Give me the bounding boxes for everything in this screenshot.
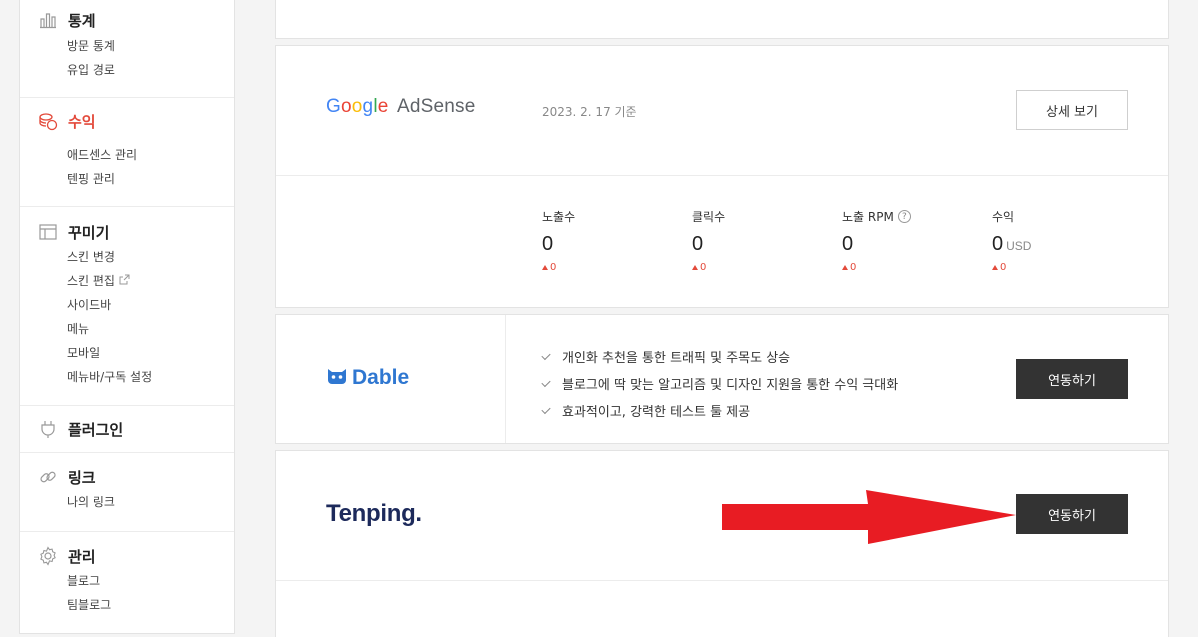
list-item: 블로그에 딱 맞는 알고리즘 및 디자인 지원을 통한 수익 극대화 <box>541 370 898 397</box>
sidebar: 통계 방문 통계 유입 경로 수익 애드센스 관리 텐핑 관리 꾸미기 스킨 변… <box>19 0 235 634</box>
stat-unit: USD <box>1006 239 1032 253</box>
stat-rpm: 노출 RPM ? 0 0 <box>842 208 911 273</box>
adsense-logo: Google AdSense <box>326 96 476 117</box>
stat-delta: 0 <box>542 262 575 273</box>
help-icon[interactable]: ? <box>897 210 911 223</box>
sidebar-item-stats[interactable]: 통계 <box>20 7 234 33</box>
sidebar-item-skin-edit-label: 스킨 편집 <box>67 274 115 288</box>
sidebar-item-menubar-subscribe[interactable]: 메뉴바/구독 설정 <box>20 365 234 389</box>
sidebar-section-revenue: 수익 애드센스 관리 텐핑 관리 <box>20 98 234 207</box>
dable-mascot-icon <box>326 365 348 391</box>
sidebar-item-blog[interactable]: 블로그 <box>20 569 234 593</box>
sidebar-item-link[interactable]: 링크 <box>20 464 234 490</box>
tenping-connect-button[interactable]: 연동하기 <box>1016 494 1128 534</box>
sidebar-item-revenue[interactable]: 수익 <box>20 108 234 134</box>
adsense-stats: 노출수 0 0 클릭수 0 0 노출 RPM ? 0 0 수익 0 USD 0 <box>276 176 1168 307</box>
dable-feature-list: 개인화 추천을 통한 트래픽 및 주목도 상승 블로그에 딱 맞는 알고리즘 및… <box>541 343 898 424</box>
sidebar-section-plugin: 플러그인 <box>20 406 234 453</box>
sidebar-item-mobile[interactable]: 모바일 <box>20 341 234 365</box>
coins-icon <box>38 111 58 131</box>
up-triangle-icon <box>542 265 548 270</box>
up-triangle-icon <box>842 265 848 270</box>
top-panel <box>275 0 1169 39</box>
sidebar-item-skin-edit[interactable]: 스킨 편집 <box>20 269 234 293</box>
stat-clicks: 클릭수 0 0 <box>692 208 725 273</box>
sidebar-item-team-blog[interactable]: 팀블로그 <box>20 593 234 617</box>
list-item: 효과적이고, 강력한 테스트 툴 제공 <box>541 397 898 424</box>
check-icon <box>541 350 551 360</box>
stat-delta: 0 <box>842 262 911 273</box>
stat-impressions: 노출수 0 0 <box>542 208 575 273</box>
adsense-date: 2023. 2. 17 기준 <box>542 105 637 119</box>
sidebar-item-design[interactable]: 꾸미기 <box>20 219 234 245</box>
sidebar-title-link: 링크 <box>68 468 96 487</box>
sidebar-item-manage[interactable]: 관리 <box>20 543 234 569</box>
up-triangle-icon <box>692 265 698 270</box>
stat-value: 0 <box>842 233 854 255</box>
stat-revenue: 수익 0 USD 0 <box>992 208 1031 273</box>
sidebar-title-revenue: 수익 <box>68 112 96 131</box>
external-link-icon <box>119 269 130 293</box>
stat-delta: 0 <box>692 262 725 273</box>
dable-panel: Dable 개인화 추천을 통한 트래픽 및 주목도 상승 블로그에 딱 맞는 … <box>275 314 1169 444</box>
sidebar-title-plugin: 플러그인 <box>68 420 124 439</box>
stat-label: 노출수 <box>542 210 576 224</box>
layout-icon <box>38 222 58 242</box>
sidebar-item-adsense-manage[interactable]: 애드센스 관리 <box>20 143 234 167</box>
adsense-header: Google AdSense 2023. 2. 17 기준 상세 보기 <box>276 46 1168 176</box>
sidebar-item-visit-stats[interactable]: 방문 통계 <box>20 34 234 58</box>
adsense-panel: Google AdSense 2023. 2. 17 기준 상세 보기 노출수 … <box>275 45 1169 308</box>
sidebar-item-sidebar[interactable]: 사이드바 <box>20 293 234 317</box>
dable-logo: Dable <box>326 365 409 391</box>
bar-chart-icon <box>38 10 58 30</box>
sidebar-item-my-link[interactable]: 나의 링크 <box>20 490 234 514</box>
dable-logo-area: Dable <box>276 315 506 443</box>
sidebar-section-design: 꾸미기 스킨 변경 스킨 편집 사이드바 메뉴 모바일 메뉴바/구독 설정 <box>20 207 234 406</box>
sidebar-title-stats: 통계 <box>68 11 96 30</box>
stat-label: 클릭수 <box>692 210 726 224</box>
stat-delta: 0 <box>992 262 1031 273</box>
dable-connect-button[interactable]: 연동하기 <box>1016 359 1128 399</box>
sidebar-section-link: 링크 나의 링크 <box>20 453 234 532</box>
sidebar-item-traffic-source[interactable]: 유입 경로 <box>20 58 234 82</box>
sidebar-item-menu[interactable]: 메뉴 <box>20 317 234 341</box>
check-icon <box>541 404 551 414</box>
sidebar-section-stats: 통계 방문 통계 유입 경로 <box>20 0 234 98</box>
up-triangle-icon <box>992 265 998 270</box>
check-icon <box>541 377 551 387</box>
link-icon <box>38 467 58 487</box>
stat-value: 0 USD <box>992 233 1032 255</box>
plug-icon <box>38 419 58 439</box>
stat-value: 0 <box>692 233 704 255</box>
sidebar-item-skin-change[interactable]: 스킨 변경 <box>20 245 234 269</box>
adsense-detail-button[interactable]: 상세 보기 <box>1016 90 1128 130</box>
sidebar-item-plugin[interactable]: 플러그인 <box>20 416 234 442</box>
sidebar-title-manage: 관리 <box>68 547 96 566</box>
stat-value: 0 <box>542 233 554 255</box>
sidebar-title-design: 꾸미기 <box>68 223 110 242</box>
sidebar-item-tenping-manage[interactable]: 텐핑 관리 <box>20 167 234 191</box>
tenping-logo: Tenping. <box>326 500 422 527</box>
red-arrow-annotation <box>722 490 1016 544</box>
sidebar-section-manage: 관리 블로그 팀블로그 <box>20 532 234 634</box>
gear-icon <box>38 546 58 566</box>
stat-label: 노출 RPM ? <box>842 208 911 225</box>
list-item: 개인화 추천을 통한 트래픽 및 주목도 상승 <box>541 343 898 370</box>
stat-label: 수익 <box>992 210 1015 224</box>
